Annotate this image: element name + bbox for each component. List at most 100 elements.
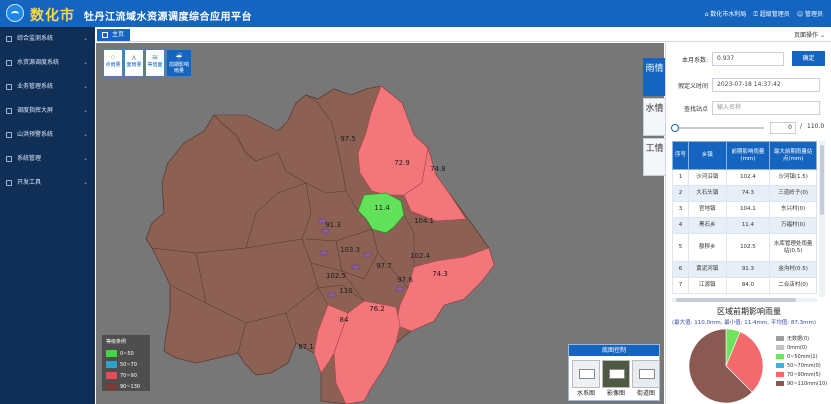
gear-icon [6, 156, 12, 162]
basemap-thumb [602, 360, 630, 388]
sidebar-item-dev-tools[interactable]: 开发工具 ⌄ [0, 171, 95, 195]
basemap-label: 影像图 [606, 390, 625, 397]
area-rain-icon: ⋏ [131, 53, 137, 62]
sidebar-item-business[interactable]: 业务管理系统 ⌄ [0, 75, 95, 99]
station-marker [321, 228, 330, 234]
table-cell: 104.1 [725, 201, 771, 218]
region-value-label: 87.1 [298, 343, 314, 351]
logo-icon [6, 4, 24, 22]
sidebar-item-big-screen[interactable]: 调度指挥大屏 ⌄ [0, 99, 95, 123]
tool-label: 面雨量 [126, 62, 142, 68]
pie-legend-label: 0mm(0) [787, 344, 808, 351]
pie-legend-label: 50~70mm(0) [787, 362, 821, 369]
tab-works[interactable]: 工情 [643, 138, 665, 176]
sidebar-item-label: 系统管理 [17, 155, 42, 162]
station-marker [395, 286, 404, 292]
pie-legend-item[interactable]: 70~90mm(5) [776, 370, 827, 379]
tool-area-rain[interactable]: ⋏ 面雨量 [124, 49, 144, 77]
chart-subtitle: (最大值: 110.0mm, 最小值: 11.4mm, 平均值: 87.3mm) [672, 320, 816, 326]
table-row[interactable]: 6 黄泥河镇 91.3 金沟村(0.5) [672, 261, 817, 278]
table-row[interactable]: 3 官地镇 104.1 东兴村(0) [672, 201, 817, 218]
chevron-down-icon: ⌄ [82, 59, 88, 66]
table-cell: 黄泥河镇 [687, 261, 727, 278]
basemap-imagery[interactable]: 影像图 [602, 360, 630, 397]
slider-value-input[interactable]: 0 [770, 122, 796, 134]
rain-threshold-slider[interactable] [671, 124, 764, 132]
table-cell: 金沟村(0.5) [769, 261, 817, 278]
basemap-control: 底图控制 水系图 影像图 街道图 [568, 344, 660, 401]
rain-point-icon: ⁘ [109, 53, 117, 62]
org-link[interactable]: ⌂ 数化市水利局 [705, 9, 747, 19]
slider-handle[interactable] [671, 124, 679, 132]
tool-antecedent-rain[interactable]: ☔ 前期影响雨量 [166, 49, 192, 77]
screen-icon [6, 108, 12, 114]
region-value-label: 11.4 [374, 204, 390, 212]
pie-legend-item[interactable]: 90~110mm(10) [776, 379, 827, 388]
station-search-input[interactable]: 输入名称 [712, 101, 820, 115]
table-row[interactable]: 7 江源镇 84.0 二合店村(0) [672, 277, 817, 294]
basemap-water[interactable]: 水系图 [572, 360, 600, 397]
tool-point-rain[interactable]: ⁘ 点雨量 [103, 49, 123, 77]
table-row[interactable]: 1 沙河沿镇 102.4 沙河镇(1.5) [672, 169, 817, 186]
table-cell: 1 [672, 169, 689, 186]
user-label: 管理员 [804, 11, 823, 18]
pie-legend-item[interactable]: 0mm(0) [776, 343, 827, 352]
confirm-button[interactable]: 确定 [792, 51, 825, 66]
table-row[interactable]: 2 大石头镇 74.3 三道岭子(0) [672, 185, 817, 202]
tool-isoline[interactable]: ≋ 等值面 [145, 49, 165, 77]
legend-row: 90~130 [106, 381, 146, 392]
tool-label: 等值面 [147, 62, 163, 68]
slider-separator: / [800, 123, 803, 130]
rain-pie-chart [688, 328, 764, 404]
app-title: 牡丹江流域水资源调度综合应用平台 [84, 12, 252, 23]
rain-panel: 本月系数: 0.937 确定 假定义时间 2023-07-18 14:37:42… [665, 43, 831, 404]
legend-row: 0~50 [106, 348, 146, 359]
tab-water[interactable]: 水情 [643, 98, 665, 136]
rainfall-map[interactable]: 97.5 72.9 74.8 11.4 104.1 91.3 103.3 102… [96, 43, 664, 404]
tool-label: 点雨量 [105, 62, 121, 68]
time-input[interactable]: 2023-07-18 14:37:42 [712, 78, 820, 92]
table-row[interactable]: 5 额穆乡 102.5 水库管理处雨量站(0.5) [672, 233, 817, 262]
legend-swatch [106, 372, 117, 379]
col-header[interactable]: 乡镇 [687, 141, 727, 170]
search-row: 查找站点 输入名称 [666, 100, 820, 116]
basemap-label: 街道图 [636, 390, 655, 397]
chart-title: 区域前期影响雨量 [717, 307, 781, 316]
page-ops-menu[interactable]: 页面操作 ⌄ [794, 30, 825, 39]
basemap-street[interactable]: 街道图 [632, 360, 660, 397]
table-vertical-scrollbar[interactable] [819, 141, 825, 297]
user-menu[interactable]: ☺ 管理员 [797, 9, 823, 19]
role-link[interactable]: ⚿ 超级管理员 [753, 9, 790, 19]
table-horizontal-scrollbar[interactable] [672, 298, 817, 302]
pie-legend-item[interactable]: 50~70mm(0) [776, 361, 827, 370]
region-value-label: 84 [340, 316, 349, 324]
table-row[interactable]: 4 黑石乡 11.4 万福村(0) [672, 217, 817, 234]
legend-swatch [776, 336, 784, 341]
tab-rain[interactable]: 雨情 [643, 58, 665, 96]
tab-home[interactable]: 主页 [97, 29, 131, 41]
col-header[interactable]: 前期影响雨量(mm) [725, 141, 771, 170]
coef-input[interactable]: 0.937 [712, 52, 784, 66]
region-value-label: 74.8 [430, 165, 446, 173]
table-cell: 黑石乡 [687, 217, 727, 234]
legend-swatch [106, 383, 117, 390]
chevron-down-icon: ⌄ [82, 155, 88, 162]
sidebar-item-water-dispatch[interactable]: 水资源调度系统 ⌄ [0, 51, 95, 75]
col-header[interactable]: 最大前期雨量站点(mm) [769, 141, 817, 170]
antecedent-rain-icon: ☔ [175, 53, 183, 62]
sidebar-item-monitor[interactable]: 综合监测系统 ⌄ [0, 27, 95, 51]
sidebar-item-label: 业务管理系统 [17, 83, 54, 90]
pie-legend-item[interactable]: 无数据(0) [776, 334, 827, 343]
col-header[interactable]: 序号 [672, 141, 689, 170]
scrollbar-thumb[interactable] [820, 145, 824, 215]
tool-label: 前期影响雨量 [168, 62, 189, 74]
pie-legend-label: 70~90mm(5) [787, 371, 821, 378]
pie-legend-item[interactable]: 0~50mm(1) [776, 352, 827, 361]
table-cell: 5 [672, 233, 689, 262]
legend-label: 70~90 [120, 372, 137, 379]
sidebar-item-system[interactable]: 系统管理 ⌄ [0, 147, 95, 171]
sidebar-item-flood-warning[interactable]: 山洪预警系统 ⌄ [0, 123, 95, 147]
table-cell: 91.3 [725, 261, 771, 278]
search-label: 查找站点 [683, 105, 708, 113]
scrollbar-thumb[interactable] [676, 298, 796, 302]
